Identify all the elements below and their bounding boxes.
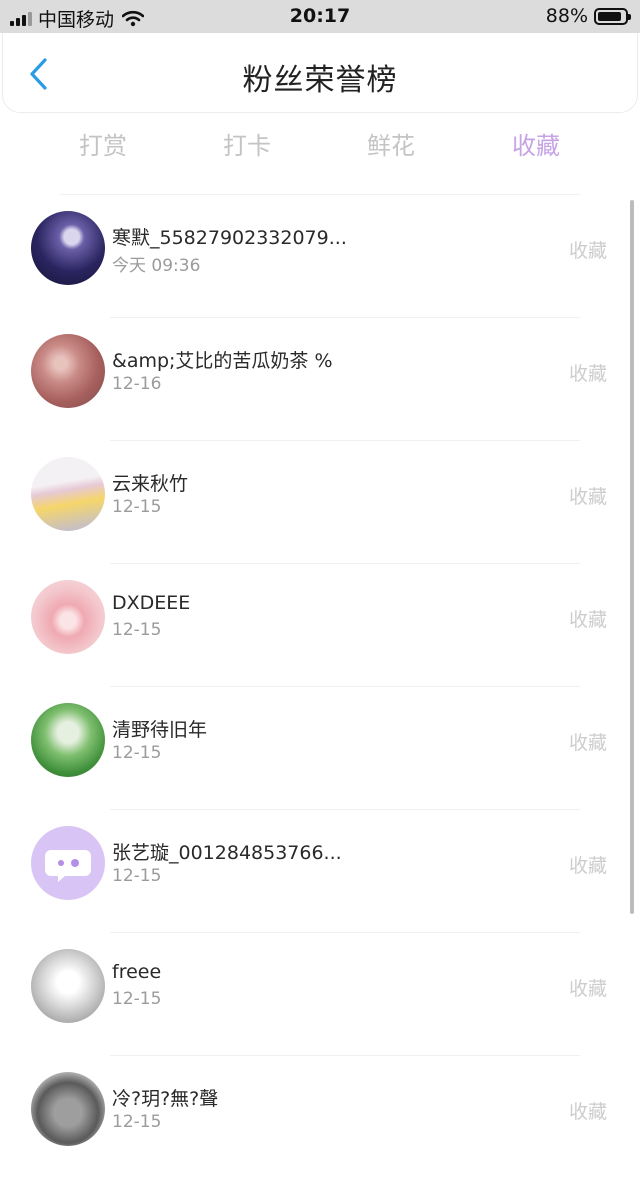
favorite-label[interactable]: 收藏 <box>569 359 607 386</box>
favorite-label[interactable]: 收藏 <box>569 482 607 509</box>
list-item[interactable]: 冷?玥?無?聲 12-15 收藏 <box>0 1056 640 1179</box>
timestamp: 12-15 <box>112 497 162 517</box>
user-name: DXDEEE <box>112 592 191 614</box>
avatar <box>31 334 105 408</box>
avatar <box>31 826 105 900</box>
timestamp: 今天 09:36 <box>112 256 201 276</box>
avatar <box>31 703 105 777</box>
timestamp: 12-15 <box>112 1112 162 1132</box>
favorite-label[interactable]: 收藏 <box>569 974 607 1001</box>
user-name: 云来秋竹 <box>112 473 189 495</box>
user-name: 张艺璇_001284853766... <box>112 842 342 864</box>
user-name: 冷?玥?無?聲 <box>112 1088 219 1110</box>
timestamp: 12-15 <box>112 620 162 640</box>
user-name: &amp;艾比的苦瓜奶茶 % <box>112 350 333 372</box>
list-item[interactable]: 清野待旧年 12-15 收藏 <box>0 687 640 810</box>
fan-list: 寒默_55827902332079... 今天 09:36 收藏 &amp;艾比… <box>0 195 640 1179</box>
chat-bubble-icon <box>45 850 91 882</box>
favorite-label[interactable]: 收藏 <box>569 605 607 632</box>
timestamp: 12-15 <box>112 989 162 1009</box>
tab-flowers[interactable]: 鲜花 <box>341 126 441 161</box>
avatar <box>31 457 105 531</box>
tab-reward[interactable]: 打赏 <box>53 126 153 161</box>
avatar <box>31 1072 105 1146</box>
list-item[interactable]: DXDEEE 12-15 收藏 <box>0 564 640 687</box>
tab-bar: 打赏 打卡 鲜花 收藏 <box>0 126 640 166</box>
avatar <box>31 211 105 285</box>
avatar <box>31 949 105 1023</box>
scrollbar[interactable] <box>630 200 634 914</box>
page-title: 粉丝荣誉榜 <box>242 63 398 98</box>
tab-checkin[interactable]: 打卡 <box>197 126 297 161</box>
list-item[interactable]: 张艺璇_001284853766... 12-15 收藏 <box>0 810 640 933</box>
list-item[interactable]: 云来秋竹 12-15 收藏 <box>0 441 640 564</box>
favorite-label[interactable]: 收藏 <box>569 1097 607 1124</box>
user-name: 寒默_55827902332079... <box>112 227 347 249</box>
user-name: freee <box>112 961 162 983</box>
list-item[interactable]: freee 12-15 收藏 <box>0 933 640 1056</box>
clock: 20:17 <box>289 5 351 27</box>
timestamp: 12-15 <box>112 743 162 763</box>
favorite-label[interactable]: 收藏 <box>569 851 607 878</box>
timestamp: 12-15 <box>112 866 162 886</box>
tab-favorites[interactable]: 收藏 <box>486 126 586 161</box>
favorite-label[interactable]: 收藏 <box>569 236 607 263</box>
timestamp: 12-16 <box>112 374 162 394</box>
battery-percent: 88% <box>545 5 588 27</box>
list-item[interactable]: 寒默_55827902332079... 今天 09:36 收藏 <box>0 195 640 318</box>
battery-icon <box>594 7 631 25</box>
user-name: 清野待旧年 <box>112 719 208 741</box>
status-bar: 中国移动 20:17 88% <box>0 0 640 33</box>
list-item[interactable]: &amp;艾比的苦瓜奶茶 % 12-16 收藏 <box>0 318 640 441</box>
favorite-label[interactable]: 收藏 <box>569 728 607 755</box>
nav-header: 粉丝荣誉榜 <box>2 33 638 113</box>
avatar <box>31 580 105 654</box>
